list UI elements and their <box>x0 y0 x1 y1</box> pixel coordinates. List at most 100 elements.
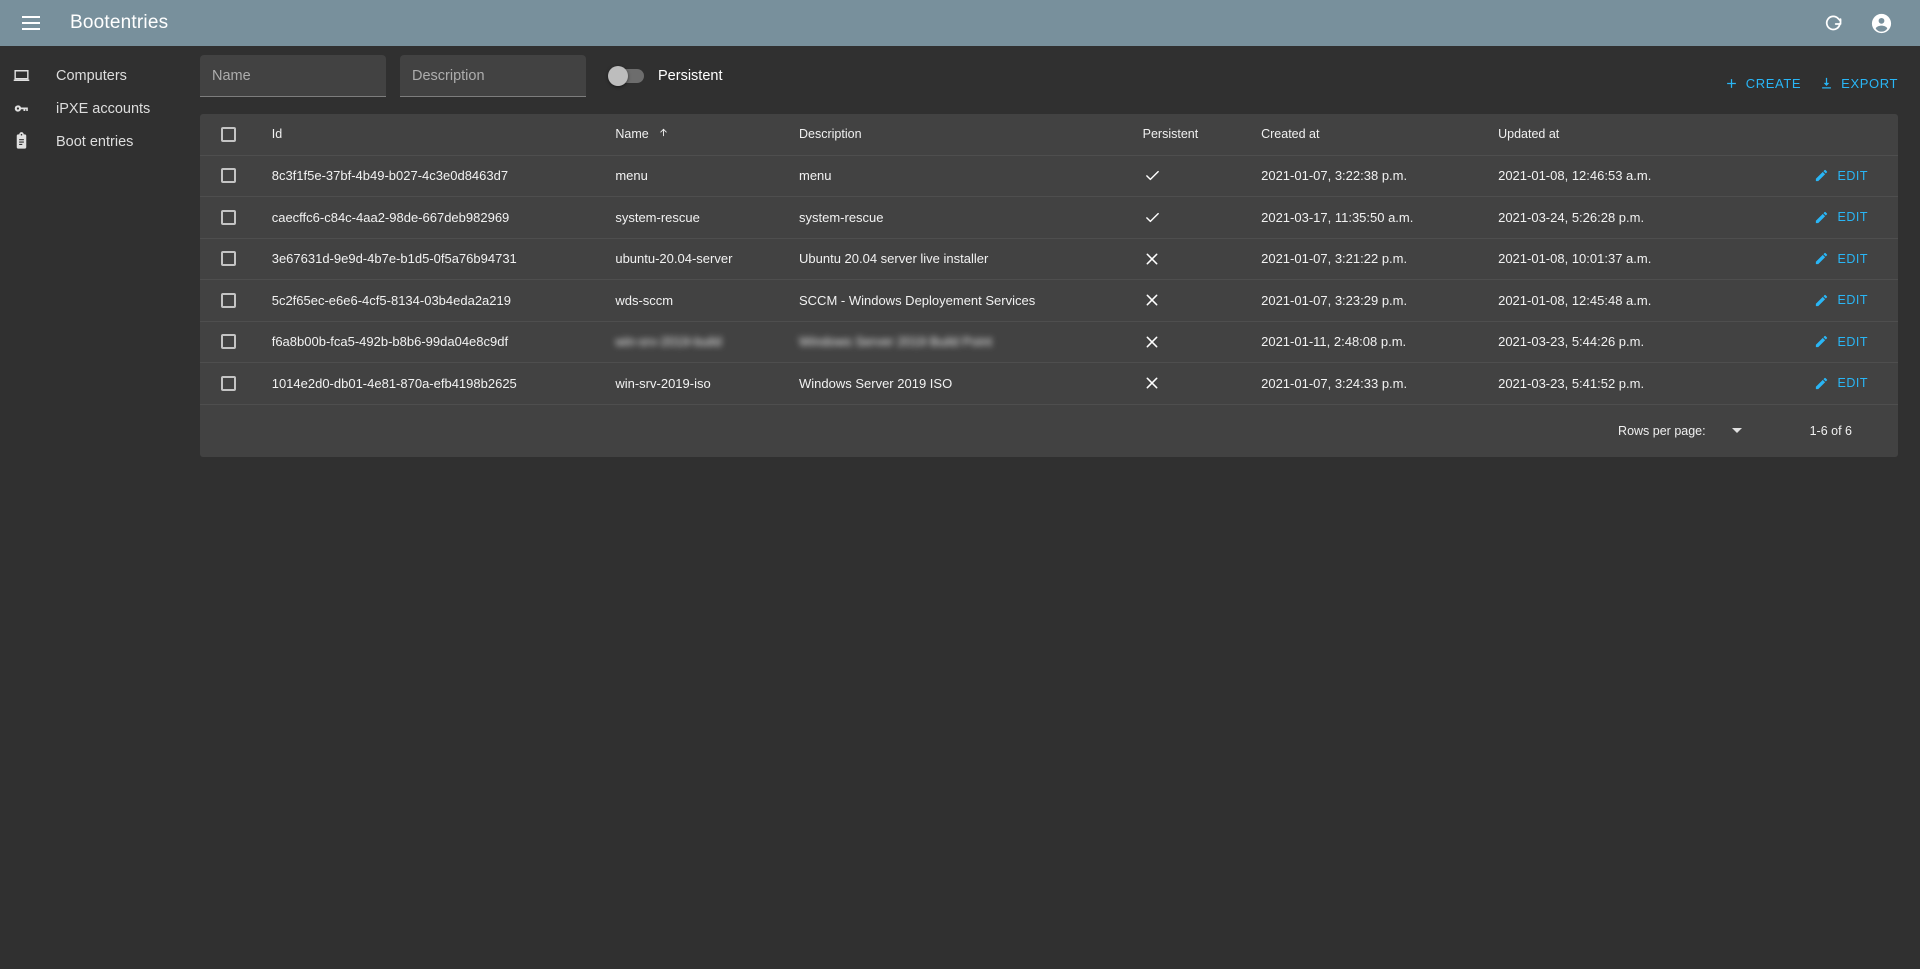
cell-description: menu <box>796 155 1140 197</box>
account-circle-icon[interactable] <box>1864 6 1898 40</box>
persistent-toggle[interactable]: Persistent <box>608 55 723 97</box>
row-select-cell <box>200 155 269 197</box>
cell-updated-at: 2021-03-23, 5:41:52 p.m. <box>1495 362 1768 405</box>
column-header-actions <box>1767 114 1898 156</box>
cell-updated-at: 2021-03-24, 5:26:28 p.m. <box>1495 196 1768 239</box>
row-checkbox[interactable] <box>221 209 236 225</box>
row-checkbox[interactable] <box>221 292 236 308</box>
cell-created-at: 2021-01-11, 2:48:08 p.m. <box>1258 321 1496 363</box>
table-body: 8c3f1f5e-37bf-4b49-b027-4c3e0d8463d7 menu… <box>200 155 1898 405</box>
cell-created-at: 2021-01-07, 3:22:38 p.m. <box>1258 155 1496 197</box>
cell-persistent <box>1139 279 1259 322</box>
cell-created-at: 2021-01-07, 3:21:22 p.m. <box>1258 238 1496 280</box>
laptop-icon <box>12 66 38 86</box>
rows-per-page-select[interactable] <box>1722 428 1780 433</box>
description-filter-field[interactable] <box>400 55 586 97</box>
cell-updated-at: 2021-01-08, 12:45:48 a.m. <box>1495 279 1768 322</box>
cell-persistent <box>1139 362 1259 405</box>
create-button[interactable]: CREATE <box>1724 76 1801 91</box>
cell-created-at: 2021-03-17, 11:35:50 a.m. <box>1258 196 1496 239</box>
column-header-description[interactable]: Description <box>796 114 1140 156</box>
table-header-row: Id Name Description Persistent Created a… <box>200 114 1898 156</box>
plus-icon <box>1724 76 1746 91</box>
row-checkbox[interactable] <box>221 251 236 267</box>
row-checkbox[interactable] <box>221 334 236 350</box>
search-input-name[interactable] <box>212 67 374 84</box>
column-header-id[interactable]: Id <box>268 114 613 156</box>
edit-button-label: EDIT <box>1837 293 1868 308</box>
sidebar-item-label: Boot entries <box>56 133 134 150</box>
edit-button[interactable]: EDIT <box>1768 251 1898 266</box>
sidebar: Computers iPXE accounts Boot entries <box>0 46 200 969</box>
cell-actions: EDIT <box>1767 279 1898 322</box>
cell-persistent <box>1139 196 1259 239</box>
cell-id: 5c2f65ec-e6e6-4cf5-8134-03b4eda2a219 <box>268 279 613 322</box>
row-checkbox[interactable] <box>221 168 236 184</box>
cell-id: 8c3f1f5e-37bf-4b49-b027-4c3e0d8463d7 <box>268 155 613 197</box>
edit-button-label: EDIT <box>1837 168 1868 183</box>
select-all-checkbox[interactable] <box>221 126 236 142</box>
row-select-cell <box>200 238 269 280</box>
hamburger-menu-icon[interactable] <box>14 6 48 40</box>
row-select-cell <box>200 196 269 239</box>
pencil-icon <box>1814 334 1838 349</box>
cell-id: f6a8b00b-fca5-492b-b8b6-99da04e8c9df <box>268 321 613 363</box>
column-header-name-label: Name <box>615 127 649 142</box>
cell-updated-at: 2021-01-08, 12:46:53 a.m. <box>1495 155 1768 197</box>
sidebar-item-ipxe-accounts[interactable]: iPXE accounts <box>0 92 200 125</box>
cell-actions: EDIT <box>1767 362 1898 405</box>
row-checkbox[interactable] <box>221 375 236 391</box>
column-header-persistent[interactable]: Persistent <box>1139 114 1259 156</box>
refresh-icon[interactable] <box>1816 6 1850 40</box>
sidebar-item-computers[interactable]: Computers <box>0 59 200 92</box>
key-icon <box>12 99 38 119</box>
cell-id: 3e67631d-9e9d-4b7e-b1d5-0f5a76b94731 <box>268 238 613 280</box>
column-header-updated-at[interactable]: Updated at <box>1495 114 1768 156</box>
cell-updated-at: 2021-01-08, 10:01:37 a.m. <box>1495 238 1768 280</box>
row-select-cell <box>200 321 269 363</box>
boot-entries-table: Id Name Description Persistent Created a… <box>200 114 1898 405</box>
toggle-thumb <box>608 66 628 86</box>
search-input-description[interactable] <box>412 67 574 84</box>
export-button-label: EXPORT <box>1841 76 1898 91</box>
edit-button[interactable]: EDIT <box>1768 293 1898 308</box>
table-row[interactable]: 8c3f1f5e-37bf-4b49-b027-4c3e0d8463d7 menu… <box>200 155 1898 197</box>
column-header-created-at[interactable]: Created at <box>1258 114 1496 156</box>
app-title: Bootentries <box>70 12 169 33</box>
cell-description: Windows Server 2019 Build Point <box>796 321 1140 363</box>
cell-name: wds-sccm <box>612 279 796 322</box>
persistent-toggle-label: Persistent <box>658 68 723 84</box>
edit-button-label: EDIT <box>1837 251 1868 266</box>
paginator: Rows per page: 1-6 of 6 <box>200 405 1898 457</box>
table-row[interactable]: 5c2f65ec-e6e6-4cf5-8134-03b4eda2a219 wds-… <box>200 279 1898 322</box>
sidebar-item-boot-entries[interactable]: Boot entries <box>0 125 200 158</box>
edit-button[interactable]: EDIT <box>1768 376 1898 391</box>
column-header-name[interactable]: Name <box>612 114 796 156</box>
cell-description: SCCM - Windows Deployement Services <box>796 279 1140 322</box>
table-row[interactable]: 3e67631d-9e9d-4b7e-b1d5-0f5a76b94731 ubun… <box>200 238 1898 280</box>
rows-per-page-label: Rows per page: <box>1618 423 1706 438</box>
edit-button[interactable]: EDIT <box>1768 210 1898 225</box>
table-row[interactable]: 1014e2d0-db01-4e81-870a-efb4198b2625 win-… <box>200 362 1898 405</box>
chevron-down-icon <box>1731 428 1742 433</box>
edit-button[interactable]: EDIT <box>1768 334 1898 349</box>
clipboard-list-icon <box>12 132 38 152</box>
sidebar-item-label: Computers <box>56 67 127 84</box>
table-row[interactable]: caecffc6-c84c-4aa2-98de-667deb982969 syst… <box>200 196 1898 239</box>
cell-name: win-srv-2019-build <box>612 321 796 363</box>
name-filter-field[interactable] <box>200 55 386 97</box>
cell-description: system-rescue <box>796 196 1140 239</box>
cell-actions: EDIT <box>1767 155 1898 197</box>
sidebar-item-label: iPXE accounts <box>56 100 151 117</box>
export-button[interactable]: EXPORT <box>1819 76 1898 91</box>
pencil-icon <box>1814 251 1838 266</box>
cell-updated-at: 2021-03-23, 5:44:26 p.m. <box>1495 321 1768 363</box>
table-row[interactable]: f6a8b00b-fca5-492b-b8b6-99da04e8c9df win-… <box>200 321 1898 363</box>
toolbar-actions: CREATE EXPORT <box>1706 55 1898 97</box>
create-button-label: CREATE <box>1745 76 1802 91</box>
cell-name: system-rescue <box>612 196 796 239</box>
edit-button[interactable]: EDIT <box>1768 168 1898 183</box>
pencil-icon <box>1814 293 1838 308</box>
select-all-header <box>200 114 269 156</box>
cell-actions: EDIT <box>1767 321 1898 363</box>
